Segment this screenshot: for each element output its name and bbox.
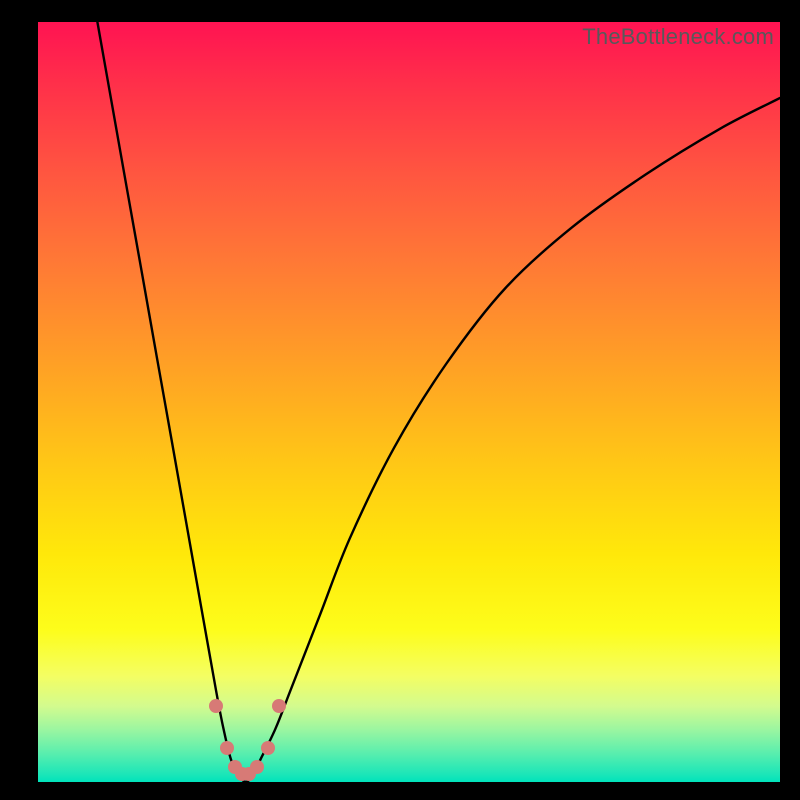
plot-area: TheBottleneck.com bbox=[38, 22, 780, 782]
highlight-marker bbox=[261, 741, 275, 755]
bottleneck-curve-path bbox=[97, 22, 780, 782]
chart-frame: TheBottleneck.com bbox=[0, 0, 800, 800]
highlight-marker bbox=[220, 741, 234, 755]
highlight-marker bbox=[209, 699, 223, 713]
highlight-marker bbox=[250, 760, 264, 774]
curve-layer bbox=[38, 22, 780, 782]
highlight-marker bbox=[272, 699, 286, 713]
watermark-text: TheBottleneck.com bbox=[582, 24, 774, 50]
